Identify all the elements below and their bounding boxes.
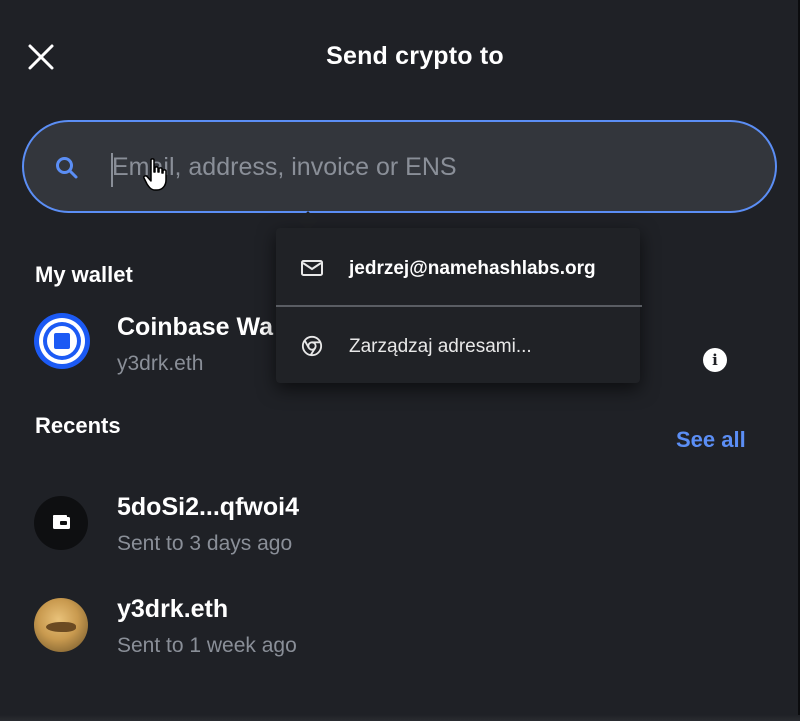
wallet-ens: y3drk.eth [117, 352, 204, 375]
my-wallet-section-label: My wallet [35, 262, 133, 287]
recent-item-subtitle: Sent to 3 days ago [117, 532, 293, 555]
send-crypto-screen: Send crypto to My wallet Coinbase Wa y3d… [0, 0, 800, 721]
recent-item-title: y3drk.eth [117, 595, 229, 623]
mail-icon [301, 260, 323, 276]
wallet-icon [53, 515, 70, 529]
manage-addresses-label: Zarządzaj adresami... [349, 336, 532, 357]
wallet-name: Coinbase Wa [117, 313, 274, 341]
autofill-divider [276, 305, 642, 307]
search-icon [56, 157, 78, 179]
recent-item-subtitle: Sent to 1 week ago [117, 634, 297, 657]
hand-cursor-icon [143, 158, 167, 191]
recent-avatar [34, 598, 88, 652]
window-bottom-edge [0, 715, 800, 721]
recipient-search-box[interactable] [22, 120, 777, 213]
coinbase-wallet-avatar [34, 313, 90, 369]
see-all-link[interactable]: See all [676, 427, 746, 453]
autofill-email-suggestion[interactable]: jedrzej@namehashlabs.org [276, 232, 640, 304]
recent-item-title: 5doSi2...qfwoi4 [117, 493, 299, 521]
chrome-icon [301, 335, 323, 357]
recents-section-label: Recents [35, 413, 121, 438]
info-icon[interactable]: i [703, 348, 727, 372]
text-caret [111, 153, 113, 187]
autofill-popup: jedrzej@namehashlabs.org Zarządzaj adres… [276, 228, 642, 383]
manage-addresses-item[interactable]: Zarządzaj adresami... [276, 310, 640, 382]
recent-avatar [34, 496, 88, 550]
page-title: Send crypto to [326, 42, 504, 70]
recipient-search-input[interactable] [112, 142, 732, 192]
autofill-email-label: jedrzej@namehashlabs.org [349, 258, 596, 279]
